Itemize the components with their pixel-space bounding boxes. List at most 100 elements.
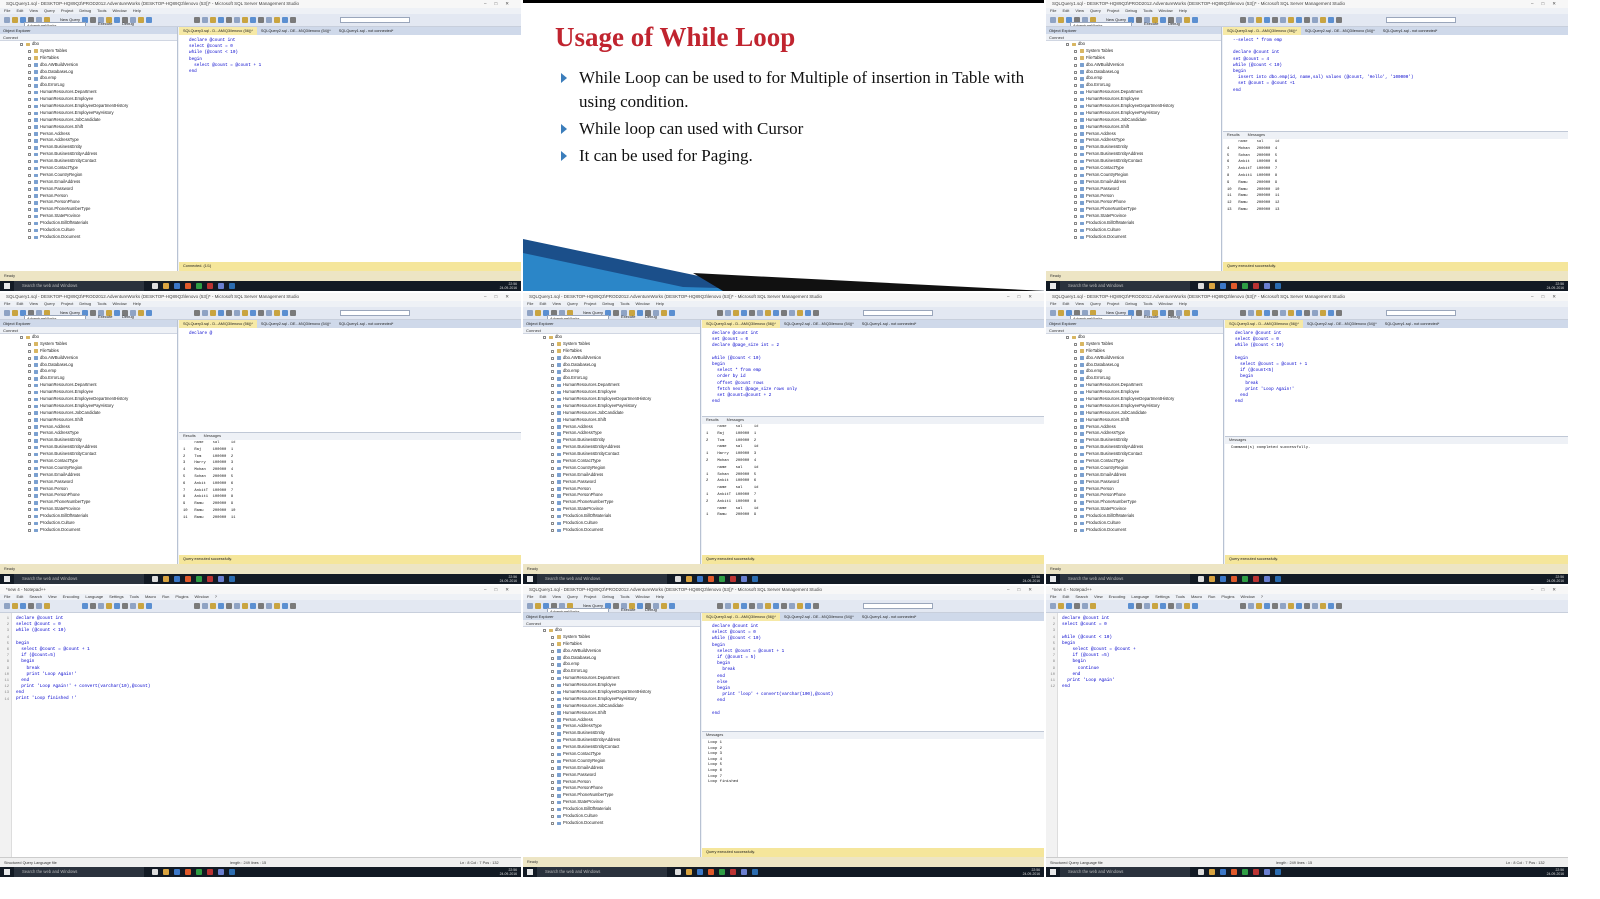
- toolbar-button-icon[interactable]: [106, 603, 112, 609]
- taskbar-app-icon[interactable]: [1242, 283, 1248, 289]
- object-explorer-item[interactable]: Production.BillOfMaterials: [0, 220, 177, 227]
- object-explorer-item[interactable]: Person.BusinessEntityContact: [0, 158, 177, 165]
- expand-toggle-icon[interactable]: [28, 384, 31, 388]
- menu-item[interactable]: Tools: [97, 301, 106, 306]
- taskbar-app-icon[interactable]: [1264, 869, 1270, 875]
- toolbar-button-icon[interactable]: [733, 310, 739, 316]
- expand-toggle-icon[interactable]: [28, 349, 31, 353]
- taskbar-app-icon[interactable]: [207, 283, 213, 289]
- object-explorer-item[interactable]: dbo.emp: [1046, 75, 1221, 82]
- object-explorer-item[interactable]: Person.ContactType: [523, 751, 700, 758]
- taskbar-app-icon[interactable]: [174, 576, 180, 582]
- toolbar-button-icon[interactable]: [202, 603, 208, 609]
- menu-item[interactable]: Project: [61, 8, 73, 13]
- expand-toggle-icon[interactable]: [551, 384, 554, 388]
- object-explorer-item[interactable]: dbo.DatabaseLog: [0, 362, 177, 369]
- expand-toggle-icon[interactable]: [551, 404, 554, 408]
- windows-start-icon[interactable]: [1050, 283, 1056, 289]
- messages-tab[interactable]: Messages: [1248, 133, 1265, 137]
- expand-toggle-icon[interactable]: [28, 160, 31, 164]
- object-explorer-item[interactable]: Production.Document: [523, 527, 700, 534]
- menu-item[interactable]: Query: [1090, 301, 1101, 306]
- toolbar-button-icon[interactable]: [797, 603, 803, 609]
- expand-toggle-icon[interactable]: [1074, 418, 1077, 422]
- expand-toggle-icon[interactable]: [1074, 391, 1077, 395]
- results-tab[interactable]: Results: [706, 418, 719, 422]
- expand-toggle-icon[interactable]: [28, 411, 31, 415]
- maximize-icon[interactable]: □: [495, 587, 506, 592]
- object-explorer-item[interactable]: Production.Culture: [0, 227, 177, 234]
- toolbar-button-icon[interactable]: [1296, 310, 1302, 316]
- toolbar-button-icon[interactable]: [146, 17, 152, 23]
- toolbar-button-icon[interactable]: [218, 310, 224, 316]
- toolbar-button-icon[interactable]: [258, 17, 264, 23]
- expand-toggle-icon[interactable]: [28, 132, 31, 136]
- expand-toggle-icon[interactable]: [551, 411, 554, 415]
- toolbar-button-icon[interactable]: [1058, 603, 1064, 609]
- object-explorer-item[interactable]: Person.Person: [523, 779, 700, 786]
- expand-toggle-icon[interactable]: [28, 49, 31, 53]
- expand-toggle-icon[interactable]: [28, 63, 31, 67]
- object-explorer-item[interactable]: Production.Culture: [523, 813, 700, 820]
- toolbar-button-icon[interactable]: [130, 603, 136, 609]
- toolbar-button-icon[interactable]: [226, 17, 232, 23]
- object-explorer-item[interactable]: Production.BillOfMaterials: [0, 513, 177, 520]
- object-explorer-item[interactable]: Person.PhoneNumberType: [0, 499, 177, 506]
- menu-item[interactable]: Run: [1208, 594, 1215, 599]
- object-explorer-item[interactable]: Person.PersonPhone: [0, 199, 177, 206]
- toolbar-button-icon[interactable]: [226, 603, 232, 609]
- object-explorer-item[interactable]: HumanResources.JobCandidate: [523, 703, 700, 710]
- object-explorer-item[interactable]: Person.Address: [1046, 131, 1221, 138]
- expand-toggle-icon[interactable]: [28, 125, 31, 129]
- toolbar-button-icon[interactable]: [535, 310, 541, 316]
- menu-item[interactable]: Window: [195, 594, 209, 599]
- minimize-icon[interactable]: –: [1531, 294, 1542, 299]
- expand-toggle-icon[interactable]: [551, 453, 554, 457]
- toolbar-button-icon[interactable]: [1248, 310, 1254, 316]
- editor-tab[interactable]: SQLQuery3.sql - D...AM\Q3\lenovo (56))*: [702, 320, 780, 328]
- expand-toggle-icon[interactable]: [20, 43, 23, 46]
- object-explorer-item[interactable]: Person.CountryRegion: [523, 758, 700, 765]
- object-explorer-item[interactable]: Person.StateProvince: [523, 506, 700, 513]
- object-explorer-item[interactable]: HumanResources.Department: [0, 382, 177, 389]
- menu-item[interactable]: File: [1050, 594, 1056, 599]
- object-explorer-item[interactable]: Person.BusinessEntityContact: [1046, 158, 1221, 165]
- expand-toggle-icon[interactable]: [551, 473, 554, 477]
- toolbar-button-icon[interactable]: [1296, 603, 1302, 609]
- menu-item[interactable]: File: [1050, 8, 1056, 13]
- minimize-icon[interactable]: –: [484, 1, 495, 6]
- expand-toggle-icon[interactable]: [28, 77, 31, 81]
- object-explorer-item[interactable]: dbo.AWBuildVersion: [0, 355, 177, 362]
- object-explorer-item[interactable]: Person.BusinessEntity: [1046, 437, 1223, 444]
- taskbar-app-icon[interactable]: [730, 869, 736, 875]
- expand-toggle-icon[interactable]: [28, 208, 31, 212]
- toolbar-button-icon[interactable]: [242, 17, 248, 23]
- object-explorer-item[interactable]: HumanResources.Employee: [523, 682, 700, 689]
- object-explorer-item[interactable]: Person.AddressType: [523, 723, 700, 730]
- expand-toggle-icon[interactable]: [28, 180, 31, 184]
- expand-toggle-icon[interactable]: [1074, 384, 1077, 388]
- expand-toggle-icon[interactable]: [28, 187, 31, 191]
- object-explorer-item[interactable]: HumanResources.EmployeeDepartmentHistory: [1046, 396, 1223, 403]
- object-explorer-item[interactable]: Person.StateProvince: [0, 506, 177, 513]
- expand-toggle-icon[interactable]: [1074, 501, 1077, 505]
- object-explorer-item[interactable]: dbo.ErrorLog: [523, 668, 700, 675]
- toolbar-button-icon[interactable]: [1136, 310, 1142, 316]
- toolbar-button-icon[interactable]: [1090, 603, 1096, 609]
- expand-toggle-icon[interactable]: [28, 508, 31, 512]
- toolbar-button-icon[interactable]: [274, 603, 280, 609]
- toolbar-button-icon[interactable]: [218, 17, 224, 23]
- toolbar-button-icon[interactable]: [1050, 17, 1056, 23]
- taskbar-search[interactable]: Search the web and Windows: [537, 574, 667, 584]
- expand-toggle-icon[interactable]: [1074, 494, 1077, 498]
- editor-tab[interactable]: SQLQuery3.sql - D...AM\Q3\lenovo (56))*: [1225, 320, 1303, 328]
- object-explorer-item[interactable]: HumanResources.Shift: [1046, 124, 1221, 131]
- expand-toggle-icon[interactable]: [1074, 84, 1077, 88]
- editor-tab[interactable]: SQLQuery1.sql - not connected*: [858, 320, 921, 328]
- menu-item[interactable]: View: [1075, 8, 1084, 13]
- expand-toggle-icon[interactable]: [28, 153, 31, 157]
- object-explorer-item[interactable]: Person.CountryRegion: [1046, 465, 1223, 472]
- menu-item[interactable]: Tools: [1176, 594, 1185, 599]
- toolbar-button-icon[interactable]: [1296, 17, 1302, 23]
- taskbar-search[interactable]: Search the web and Windows: [14, 574, 144, 584]
